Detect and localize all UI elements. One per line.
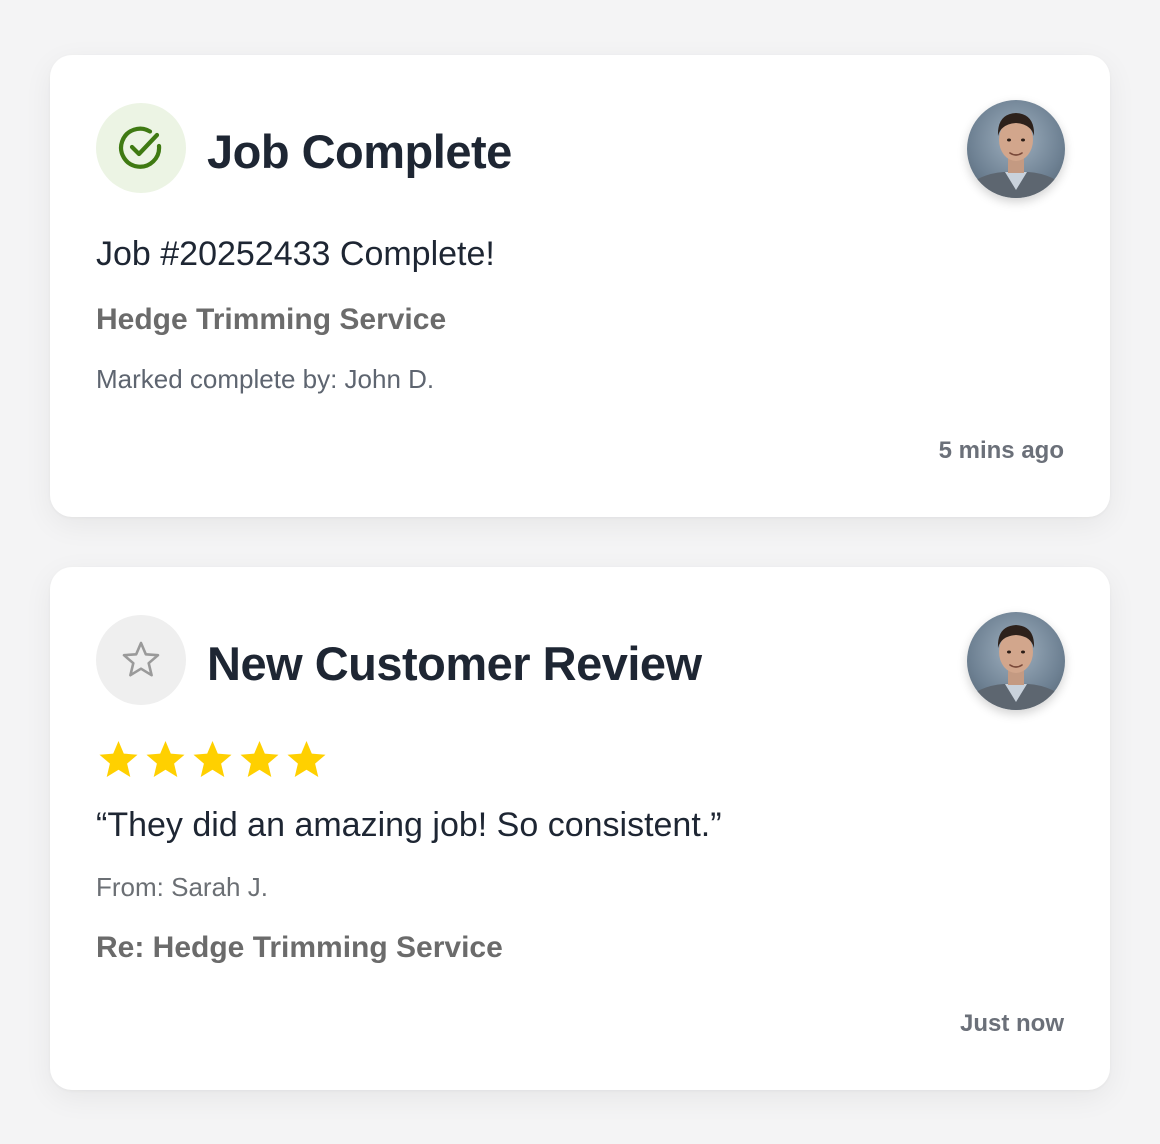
service-name: Hedge Trimming Service — [96, 303, 447, 336]
card-title: New Customer Review — [207, 637, 702, 690]
marked-by: Marked complete by: John D. — [96, 364, 435, 394]
star-icon — [287, 741, 326, 777]
review-service: Re: Hedge Trimming Service — [96, 931, 503, 964]
check-circle-icon — [96, 103, 186, 193]
star-outline-icon — [96, 615, 186, 705]
review-author: From: Sarah J. — [96, 872, 268, 902]
review-quote: “They did an amazing job! So consistent.… — [96, 806, 722, 844]
star-icon — [146, 741, 185, 777]
timestamp: 5 mins ago — [938, 437, 1064, 464]
avatar[interactable] — [967, 100, 1065, 198]
avatar[interactable] — [967, 612, 1065, 710]
star-icon — [193, 741, 232, 777]
card-title: Job Complete — [207, 125, 512, 178]
star-rating — [96, 738, 329, 782]
job-complete-card[interactable]: Job Complete Job #20252433 Complete! Hed… — [50, 55, 1110, 517]
job-heading: Job #20252433 Complete! — [96, 235, 495, 273]
timestamp: Just now — [959, 1010, 1064, 1037]
star-icon — [240, 741, 279, 777]
star-icon — [99, 741, 138, 777]
customer-review-card[interactable]: New Customer Review “They did an amazing… — [50, 567, 1110, 1090]
